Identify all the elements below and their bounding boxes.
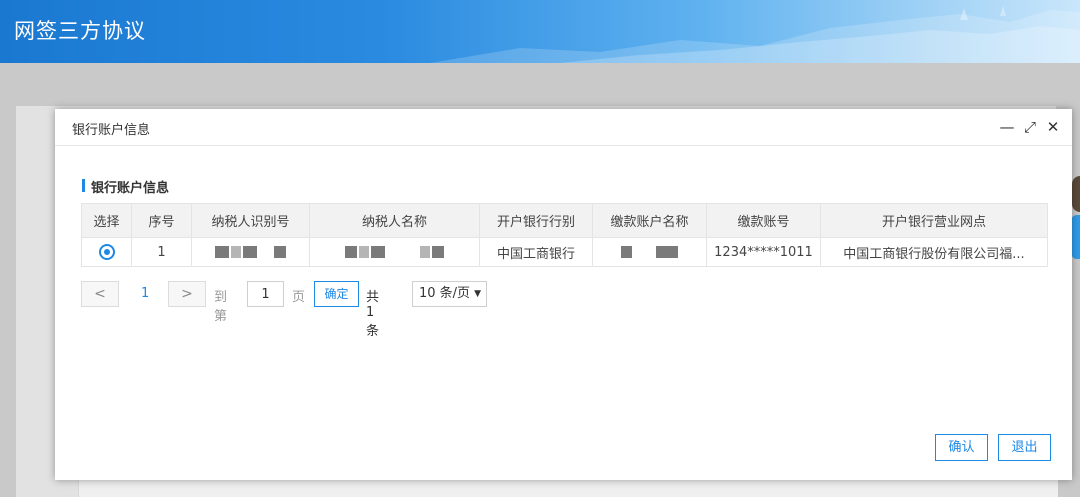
column-header-index: 序号 [131, 203, 192, 238]
exit-button[interactable]: 退出 [998, 434, 1051, 461]
account-name-cell-redacted [592, 237, 707, 267]
branch-cell: 中国工商银行股份有限公司福... [820, 237, 1048, 267]
side-avatar [1072, 176, 1080, 212]
page-label: 页 [292, 290, 306, 305]
column-header-account-name: 缴款账户名称 [592, 203, 707, 238]
goto-page-input[interactable] [247, 281, 284, 307]
column-header-account-no: 缴款账号 [706, 203, 821, 238]
current-page-number[interactable]: 1 [141, 286, 149, 301]
bank-type-cell: 中国工商银行 [479, 237, 593, 267]
bank-account-table: 选择 序号 纳税人识别号 纳税人名称 开户银行行别 缴款账户名称 缴款账号 开户… [81, 203, 1048, 267]
side-tab-handle[interactable] [1071, 215, 1080, 259]
table-row[interactable]: 1 中国工商银行 1234*****1011 中国工商银行股份有限公司福... [81, 237, 1048, 267]
prev-page-button[interactable]: < [81, 281, 119, 307]
account-no-cell: 1234*****1011 [706, 237, 821, 267]
select-cell[interactable] [81, 237, 132, 267]
taxpayer-id-cell-redacted [191, 237, 310, 267]
column-header-select: 选择 [81, 203, 132, 238]
close-icon[interactable]: ✕ [1044, 117, 1062, 137]
column-header-taxpayer-name: 纳税人名称 [309, 203, 480, 238]
column-header-bank-type: 开户银行行别 [479, 203, 593, 238]
taxpayer-name-cell-redacted [309, 237, 480, 267]
dialog-header: 银行账户信息 — ⤢ ✕ [55, 109, 1072, 146]
dropdown-caret-icon: ▼ [474, 289, 481, 299]
next-page-button[interactable]: > [168, 281, 206, 307]
confirm-button[interactable]: 确认 [935, 434, 988, 461]
maximize-icon[interactable]: ⤢ [1021, 117, 1039, 137]
goto-confirm-button[interactable]: 确定 [314, 281, 359, 307]
column-header-branch: 开户银行营业网点 [820, 203, 1048, 238]
bank-account-dialog: 银行账户信息 — ⤢ ✕ 银行账户信息 选择 序号 纳税人识别号 纳税人名称 开… [55, 109, 1072, 480]
column-header-taxpayer-id: 纳税人识别号 [191, 203, 310, 238]
app-title: 网签三方协议 [14, 19, 146, 43]
minimize-icon[interactable]: — [998, 117, 1016, 137]
index-cell: 1 [131, 237, 192, 267]
row-radio-selected[interactable] [98, 244, 115, 260]
page-size-value: 10 条/页 [419, 286, 471, 301]
goto-label: 到第 [214, 290, 228, 324]
total-count: 共 1 条 [366, 290, 380, 339]
mountain-illustration [430, 6, 1080, 63]
page-size-select[interactable]: 10 条/页 ▼ [412, 281, 487, 307]
dialog-title: 银行账户信息 [72, 123, 151, 138]
app-header: 网签三方协议 [0, 0, 1080, 63]
section-title: 银行账户信息 [82, 177, 169, 196]
table-header-row: 选择 序号 纳税人识别号 纳税人名称 开户银行行别 缴款账户名称 缴款账号 开户… [81, 203, 1048, 238]
